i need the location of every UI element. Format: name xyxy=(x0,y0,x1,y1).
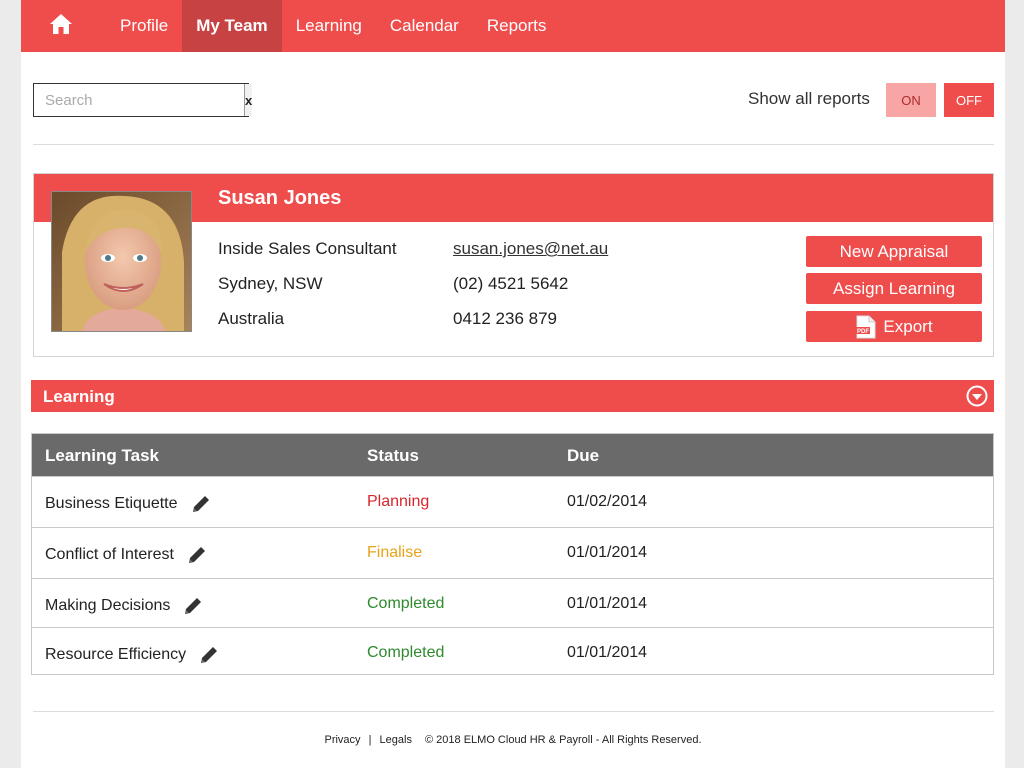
nav-item-profile[interactable]: Profile xyxy=(101,0,182,52)
status-text: Planning xyxy=(367,493,430,510)
status-text: Completed xyxy=(367,644,445,661)
table-row: Making Decisions Completed 01/01/2014 xyxy=(32,578,993,627)
top-navigation: Profile My Team Learning Calendar Report… xyxy=(21,0,1005,52)
footer: Privacy | Legals © 2018 ELMO Cloud HR & … xyxy=(21,734,1005,746)
search-clear-button[interactable]: x xyxy=(244,84,253,116)
copyright-text: © 2018 ELMO Cloud HR & Payroll - All Rig… xyxy=(425,734,702,746)
task-cell: Business Etiquette xyxy=(45,493,212,515)
task-cell: Making Decisions xyxy=(45,595,204,617)
profile-email-link[interactable]: susan.jones@net.au xyxy=(453,239,608,259)
task-name: Conflict of Interest xyxy=(45,546,174,563)
profile-name: Susan Jones xyxy=(218,187,342,209)
due-date: 01/01/2014 xyxy=(567,595,648,612)
divider xyxy=(33,144,994,145)
svg-text:PDF: PDF xyxy=(857,329,869,335)
privacy-link[interactable]: Privacy xyxy=(324,734,360,746)
page: Profile My Team Learning Calendar Report… xyxy=(21,0,1005,768)
home-button[interactable] xyxy=(21,0,101,52)
nav-item-reports[interactable]: Reports xyxy=(473,0,561,52)
profile-country: Australia xyxy=(218,309,285,328)
due-date: 01/01/2014 xyxy=(567,644,648,661)
column-header-status: Status xyxy=(367,446,419,465)
edit-pencil-icon[interactable] xyxy=(186,544,208,566)
export-button[interactable]: PDF Export xyxy=(806,311,982,342)
status-text: Finalise xyxy=(367,544,423,561)
profile-mobile: 0412 236 879 xyxy=(453,309,557,328)
table-row: Resource Efficiency Completed 01/01/2014 xyxy=(32,627,993,674)
learning-section-header[interactable]: Learning xyxy=(31,380,994,412)
home-icon xyxy=(49,13,73,40)
show-all-reports-label: Show all reports xyxy=(748,89,870,108)
reports-toggle-on-button[interactable]: ON xyxy=(886,83,936,117)
due-date: 01/02/2014 xyxy=(567,493,648,510)
status-text: Completed xyxy=(367,595,445,612)
nav-item-my-team[interactable]: My Team xyxy=(182,0,282,52)
task-cell: Conflict of Interest xyxy=(45,544,208,566)
assign-learning-button[interactable]: Assign Learning xyxy=(806,273,982,304)
assign-learning-label: Assign Learning xyxy=(833,278,955,298)
divider xyxy=(33,711,994,712)
profile-city: Sydney, NSW xyxy=(218,274,323,293)
column-header-due: Due xyxy=(567,446,600,465)
learning-section-title: Learning xyxy=(43,387,115,406)
learning-table: Learning Task Status Due Business Etique… xyxy=(31,433,994,675)
nav-item-learning[interactable]: Learning xyxy=(282,0,376,52)
table-header: Learning Task Status Due xyxy=(32,434,993,476)
export-label: Export xyxy=(883,316,933,336)
column-header-task: Learning Task xyxy=(45,446,159,465)
task-cell: Resource Efficiency xyxy=(45,644,220,666)
collapse-toggle-icon[interactable] xyxy=(966,385,988,412)
nav-item-calendar[interactable]: Calendar xyxy=(376,0,473,52)
profile-job-title: Inside Sales Consultant xyxy=(218,239,397,258)
table-row: Business Etiquette Planning 01/02/2014 xyxy=(32,476,993,527)
edit-pencil-icon[interactable] xyxy=(190,493,212,515)
search-box: x xyxy=(33,83,253,117)
task-name: Making Decisions xyxy=(45,597,171,614)
new-appraisal-button[interactable]: New Appraisal xyxy=(806,236,982,267)
legals-link[interactable]: Legals xyxy=(380,734,412,746)
footer-separator: | xyxy=(368,734,372,746)
task-name: Resource Efficiency xyxy=(45,646,187,663)
pdf-icon: PDF xyxy=(855,315,877,339)
reports-toggle-off-button[interactable]: OFF xyxy=(944,83,994,117)
task-name: Business Etiquette xyxy=(45,495,178,512)
due-date: 01/01/2014 xyxy=(567,544,648,561)
profile-phone: (02) 4521 5642 xyxy=(453,274,569,293)
search-input[interactable] xyxy=(34,84,244,116)
table-row: Conflict of Interest Finalise 01/01/2014 xyxy=(32,527,993,578)
profile-card: Susan Jones Inside Sales Consultant Sydn… xyxy=(33,173,994,357)
avatar xyxy=(51,191,192,332)
edit-pencil-icon[interactable] xyxy=(198,644,220,666)
edit-pencil-icon[interactable] xyxy=(182,595,204,617)
new-appraisal-label: New Appraisal xyxy=(839,241,949,261)
